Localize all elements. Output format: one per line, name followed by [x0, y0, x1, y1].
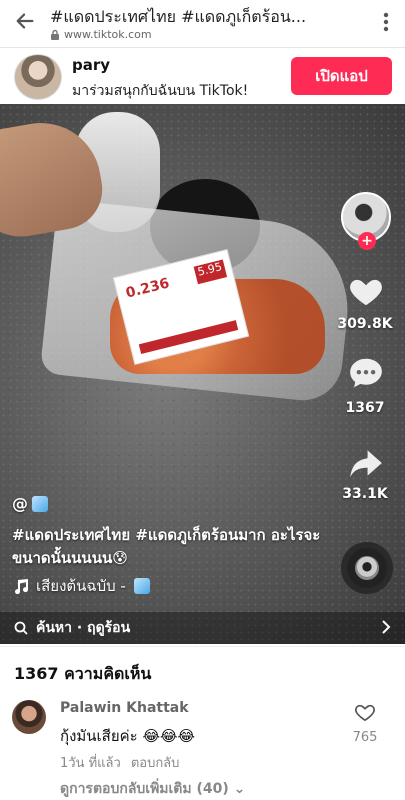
- heart-outline-icon[interactable]: [354, 702, 376, 722]
- comment-time: 1วัน ที่แล้ว: [60, 756, 121, 771]
- like-count: 309.8K: [337, 316, 393, 332]
- divider: [0, 646, 405, 647]
- comment-count: 1367: [345, 400, 385, 416]
- comments-header: 1367 ความคิดเห็น: [14, 664, 152, 683]
- browser-toolbar: #แดดประเทศไทย #แดดภูเก็ตร้อน... www.tikt…: [0, 0, 405, 48]
- music-disc-art: [355, 556, 379, 580]
- page-title: #แดดประเทศไทย #แดดภูเก็ตร้อน...: [50, 7, 307, 26]
- sound-row[interactable]: เสียงต้นฉบับ -: [12, 574, 150, 598]
- comment-text: กุ้งมันเสียค่ะ 😂😂😂: [60, 727, 196, 745]
- video-player[interactable]: 0.236 5.95 + 309.8K 1367 33.1K @ #แดดประ…: [0, 104, 405, 644]
- search-icon: [14, 621, 28, 635]
- search-suggestion-text: ค้นหา · ฤดูร้อน: [36, 620, 131, 636]
- ice-cube-icon: [32, 495, 48, 512]
- comment-like-count: 765: [352, 730, 378, 745]
- comment-like[interactable]: 765: [345, 702, 385, 745]
- search-suggestion-bar[interactable]: ค้นหา · ฤดูร้อน: [0, 612, 405, 644]
- more-replies-text: ดูการตอบกลับเพิ่มเติม (40): [60, 781, 229, 797]
- video-caption[interactable]: #แดดประเทศไทย #แดดภูเก็ตร้อนมาก อะไรจะขน…: [12, 524, 342, 570]
- page-url: www.tiktok.com: [64, 28, 152, 41]
- chevron-right-icon: [382, 620, 391, 634]
- comment-meta: 1วัน ที่แล้ว ตอบกลับ: [60, 752, 179, 773]
- chevron-down-icon: ⌄: [233, 781, 246, 797]
- handle-text: @: [12, 494, 28, 513]
- creator-handle[interactable]: @: [12, 494, 48, 513]
- music-disc[interactable]: [341, 542, 393, 594]
- app-banner: pary มาร่วมสนุกกับฉันบน TikTok! เปิดแอป: [0, 48, 405, 104]
- reply-link[interactable]: ตอบกลับ: [131, 752, 180, 773]
- sticker-price: 0.236: [124, 275, 172, 302]
- view-more-replies[interactable]: ดูการตอบกลับเพิ่มเติม (40) ⌄: [60, 778, 245, 800]
- follow-plus-button[interactable]: +: [358, 232, 376, 250]
- commenter-avatar[interactable]: [12, 700, 46, 734]
- sticker-tag: 5.95: [193, 259, 228, 285]
- share-icon[interactable]: [347, 444, 385, 482]
- comment-icon[interactable]: [347, 354, 385, 392]
- share-count: 33.1K: [342, 486, 388, 502]
- music-note-icon: [15, 579, 28, 594]
- more-vertical-icon[interactable]: [383, 12, 389, 32]
- back-arrow-icon[interactable]: [14, 10, 36, 32]
- user-avatar[interactable]: [14, 54, 62, 100]
- ice-cube-icon: [133, 578, 150, 594]
- lock-icon: [51, 29, 59, 40]
- username[interactable]: pary: [72, 56, 110, 74]
- commenter-name[interactable]: Palawin Khattak: [60, 700, 189, 716]
- invite-text: มาร่วมสนุกกับฉันบน TikTok!: [72, 83, 249, 99]
- sound-name: เสียงต้นฉบับ -: [36, 577, 126, 595]
- heart-icon[interactable]: [347, 272, 385, 310]
- url-row[interactable]: www.tiktok.com: [50, 28, 152, 41]
- open-app-button[interactable]: เปิดแอป: [291, 57, 392, 95]
